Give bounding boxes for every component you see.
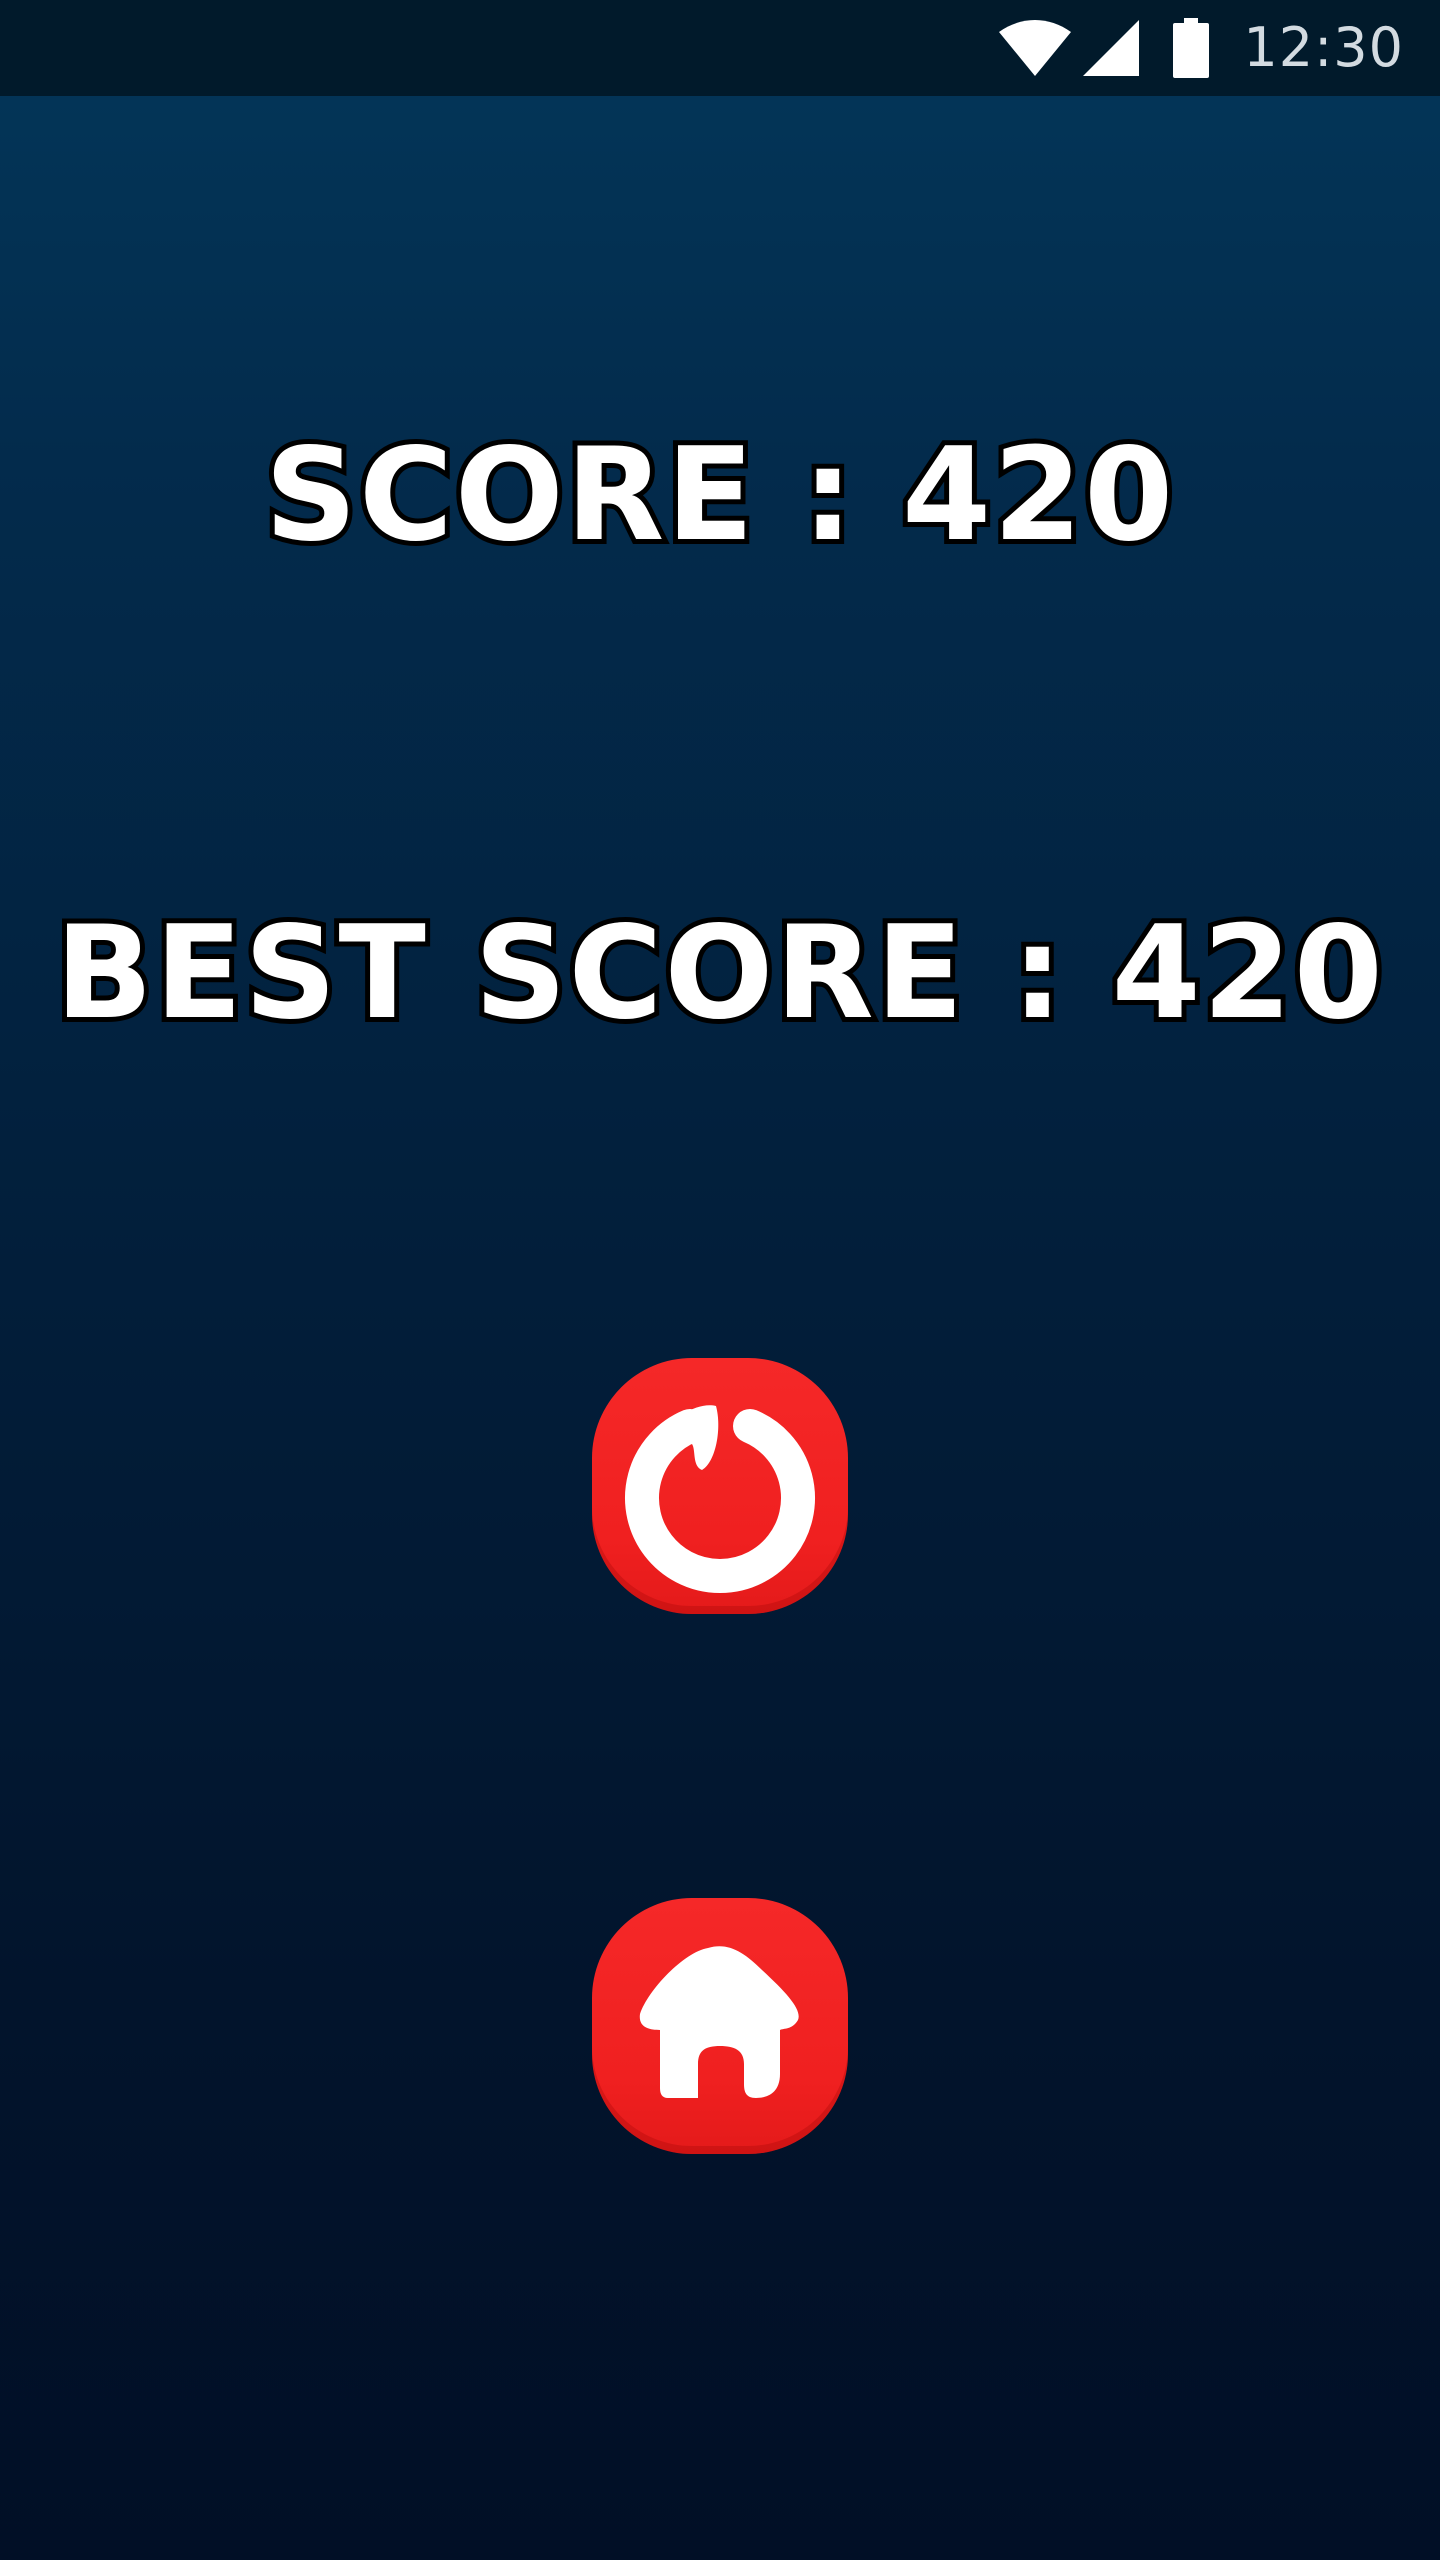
- battery-icon: [1173, 18, 1210, 78]
- best-score-label: BEST SCORE : 420: [50, 899, 1388, 1048]
- status-icons: 12:30: [997, 0, 1404, 96]
- cell-signal-icon: [1083, 20, 1140, 76]
- status-clock: 12:30: [1243, 16, 1404, 79]
- replay-icon: [625, 1405, 815, 1593]
- home-button[interactable]: [592, 1898, 848, 2154]
- replay-button[interactable]: [592, 1358, 848, 1614]
- wifi-icon: [999, 20, 1072, 76]
- status-bar: 12:30: [0, 0, 1440, 96]
- current-score-label: SCORE : 420: [260, 421, 1178, 570]
- home-icon: [639, 1946, 799, 2098]
